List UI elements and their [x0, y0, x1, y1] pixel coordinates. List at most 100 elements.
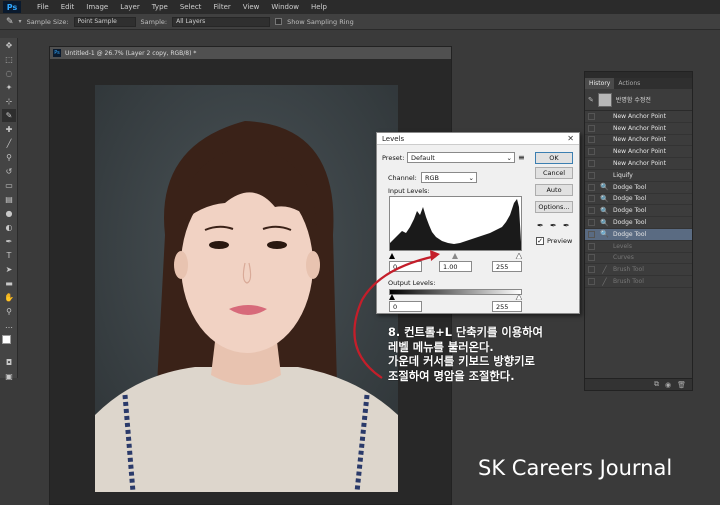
- shape-tool-icon[interactable]: ▬: [2, 277, 16, 290]
- history-item[interactable]: ╱ Brush Tool: [585, 276, 692, 288]
- output-black-field[interactable]: 0: [389, 301, 422, 312]
- history-item[interactable]: New Anchor Point: [585, 158, 692, 170]
- history-item[interactable]: New Anchor Point: [585, 146, 692, 159]
- history-item[interactable]: New Anchor Point: [585, 135, 692, 147]
- options-button[interactable]: Options...: [535, 201, 573, 213]
- history-item[interactable]: 🔍 Dodge Tool: [585, 205, 692, 218]
- menu-help[interactable]: Help: [305, 3, 333, 11]
- menu-image[interactable]: Image: [80, 3, 114, 11]
- history-source-box[interactable]: [588, 242, 595, 250]
- document-tab[interactable]: Ps Untitled-1 @ 26.7% (Layer 2 copy, RGB…: [50, 47, 451, 59]
- menu-edit[interactable]: Edit: [55, 3, 81, 11]
- history-item[interactable]: New Anchor Point: [585, 111, 692, 123]
- menu-view[interactable]: View: [237, 3, 266, 11]
- foreground-color-swatch[interactable]: [2, 335, 11, 344]
- history-source-box[interactable]: [588, 160, 595, 168]
- history-source-box[interactable]: [588, 183, 595, 191]
- eraser-tool-icon[interactable]: ▭: [2, 179, 16, 192]
- eyedropper-icon[interactable]: ✎: [6, 17, 14, 27]
- black-point-eyedropper-icon[interactable]: ✒: [537, 221, 544, 230]
- output-levels-slider[interactable]: [389, 293, 523, 301]
- input-gamma-field[interactable]: 1.00: [439, 261, 472, 272]
- history-source-box[interactable]: [588, 266, 595, 274]
- history-source-box[interactable]: [588, 148, 595, 156]
- portrait-photo[interactable]: [95, 85, 398, 492]
- lasso-tool-icon[interactable]: ◌: [2, 67, 16, 80]
- pen-tool-icon[interactable]: ✒: [2, 235, 16, 248]
- blur-tool-icon[interactable]: ●: [2, 207, 16, 220]
- history-item[interactable]: 🔍 Dodge Tool: [585, 194, 692, 206]
- sample-size-select[interactable]: Point Sample: [73, 16, 136, 27]
- menu-select[interactable]: Select: [174, 3, 208, 11]
- dodge-tool-icon[interactable]: ◐: [2, 221, 16, 234]
- history-source-box[interactable]: [588, 195, 595, 203]
- menu-filter[interactable]: Filter: [207, 3, 236, 11]
- close-icon[interactable]: ✕: [567, 134, 574, 143]
- screen-mode-icon[interactable]: ▣: [2, 370, 16, 383]
- levels-titlebar[interactable]: Levels ✕: [377, 133, 579, 145]
- menu-file[interactable]: File: [31, 3, 55, 11]
- show-sampling-ring-checkbox[interactable]: [275, 18, 283, 25]
- gradient-tool-icon[interactable]: ▤: [2, 193, 16, 206]
- hand-tool-icon[interactable]: ✋: [2, 291, 16, 304]
- new-document-from-state-icon[interactable]: ⧉: [654, 380, 659, 389]
- history-item[interactable]: 🔍 Dodge Tool: [585, 182, 692, 194]
- history-source-box[interactable]: [588, 124, 595, 132]
- camera-snapshot-icon[interactable]: ◉: [665, 381, 671, 389]
- history-source-box[interactable]: [588, 171, 595, 179]
- preset-options-icon[interactable]: ≡: [518, 153, 525, 162]
- history-item[interactable]: 🔍 Dodge Tool: [585, 217, 692, 229]
- history-snapshot[interactable]: ✎ 반명함 수정전: [585, 89, 692, 111]
- history-brush-tool-icon[interactable]: ↺: [2, 165, 16, 178]
- healing-brush-tool-icon[interactable]: ✚: [2, 123, 16, 136]
- sample-select[interactable]: All Layers: [172, 16, 271, 27]
- preset-select[interactable]: Default ⌄: [407, 152, 515, 163]
- white-point-eyedropper-icon[interactable]: ✒: [563, 221, 570, 230]
- cancel-button[interactable]: Cancel: [535, 167, 573, 179]
- trash-icon[interactable]: 🗑: [677, 381, 686, 389]
- history-item[interactable]: Levels: [585, 241, 692, 253]
- history-source-box[interactable]: [588, 254, 595, 262]
- input-white-field[interactable]: 255: [492, 261, 522, 272]
- history-brush-source-icon[interactable]: ✎: [588, 96, 594, 104]
- history-source-box[interactable]: [588, 112, 595, 120]
- history-source-box[interactable]: [588, 278, 595, 286]
- history-item[interactable]: New Anchor Point: [585, 123, 692, 135]
- path-selection-tool-icon[interactable]: ➤: [2, 263, 16, 276]
- tab-history[interactable]: History: [585, 78, 615, 89]
- crop-tool-icon[interactable]: ⊹: [2, 95, 16, 108]
- history-item[interactable]: 🔍 Dodge Tool: [585, 228, 692, 241]
- menu-layer[interactable]: Layer: [114, 3, 146, 11]
- input-black-field[interactable]: 0: [389, 261, 422, 272]
- eyedropper-tool-icon[interactable]: ✎: [2, 109, 16, 122]
- history-source-box[interactable]: [588, 207, 595, 215]
- zoom-tool-icon[interactable]: ⚲: [2, 305, 16, 318]
- quick-select-tool-icon[interactable]: ✦: [2, 81, 16, 94]
- marquee-tool-icon[interactable]: ⬚: [2, 53, 16, 66]
- brush-tool-icon[interactable]: ╱: [2, 137, 16, 150]
- history-item[interactable]: Curves: [585, 253, 692, 265]
- auto-button[interactable]: Auto: [535, 184, 573, 196]
- history-source-box[interactable]: [588, 230, 595, 238]
- move-tool-icon[interactable]: ✥: [2, 39, 16, 52]
- more-tools-icon[interactable]: …: [2, 319, 16, 332]
- preview-checkbox[interactable]: ✓: [536, 237, 544, 245]
- channel-select[interactable]: RGB ⌄: [421, 172, 477, 183]
- output-white-field[interactable]: 255: [492, 301, 522, 312]
- quick-mask-icon[interactable]: ◘: [2, 356, 16, 369]
- gray-point-eyedropper-icon[interactable]: ✒: [550, 221, 557, 230]
- history-source-box[interactable]: [588, 219, 595, 227]
- history-item[interactable]: Liquify: [585, 170, 692, 182]
- tool-preset-dropdown-icon[interactable]: ▾: [19, 18, 22, 25]
- input-levels-slider[interactable]: [389, 252, 523, 260]
- clone-stamp-tool-icon[interactable]: ⚲: [2, 151, 16, 164]
- menu-type[interactable]: Type: [146, 3, 174, 11]
- history-source-box[interactable]: [588, 136, 595, 144]
- tab-actions[interactable]: Actions: [614, 78, 644, 89]
- menu-window[interactable]: Window: [265, 3, 305, 11]
- type-tool-icon[interactable]: T: [2, 249, 16, 262]
- history-item[interactable]: ╱ Brush Tool: [585, 264, 692, 277]
- tutorial-annotation: 8. 컨트롤+L 단축키를 이용하여 레벨 메뉴를 불러온다. 가운데 커서를 …: [388, 326, 618, 384]
- ok-button[interactable]: OK: [535, 152, 573, 164]
- color-swatches[interactable]: [0, 333, 17, 355]
